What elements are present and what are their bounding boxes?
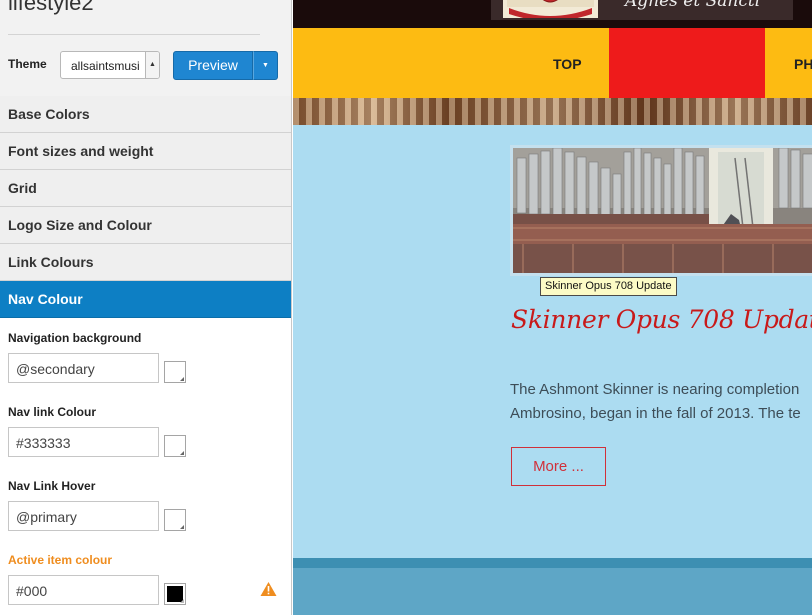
nav-link-colour-swatch[interactable] [164, 435, 186, 457]
site-header: Agnes et Sancti [293, 0, 812, 28]
theme-select[interactable]: allsaintsmusi ▲ [60, 51, 160, 79]
nav-link-colour-input[interactable]: #333333 [8, 427, 159, 457]
site-nav-bar: TOP PH [293, 28, 812, 98]
theme-label: Theme [8, 57, 47, 71]
theme-select-value: allsaintsmusi [71, 59, 140, 73]
warning-triangle-icon [260, 582, 277, 596]
nav-item-top[interactable]: TOP [553, 56, 582, 72]
title-divider [8, 34, 260, 35]
color-swatch-icon [180, 599, 184, 603]
preview-dropdown-button[interactable]: ▼ [253, 51, 278, 80]
section-base-colors[interactable]: Base Colors [0, 96, 291, 133]
nav-link-hover-label: Nav Link Hover [8, 479, 96, 493]
section-logo-size[interactable]: Logo Size and Colour [0, 207, 291, 244]
post-title-link[interactable]: Skinner Opus 708 Update [511, 305, 812, 334]
color-swatch-icon [180, 525, 184, 529]
color-swatch-icon [180, 377, 184, 381]
section-list: Base Colors Font sizes and weight Grid L… [0, 96, 291, 318]
nav-item-partial[interactable]: PH [794, 56, 812, 72]
nav-background-input[interactable]: @secondary [8, 353, 159, 383]
section-nav-colour[interactable]: Nav Colour [0, 281, 291, 318]
nav-link-hover-swatch[interactable] [164, 509, 186, 531]
active-item-colour-input[interactable]: #000 [8, 575, 159, 605]
site-tagline: Agnes et Sancti [625, 0, 761, 11]
active-item-colour-swatch[interactable] [164, 583, 186, 605]
post-excerpt-line-1: The Ashmont Skinner is nearing completio… [510, 381, 800, 398]
preview-button[interactable]: Preview [173, 51, 253, 80]
caret-down-icon: ▼ [262, 62, 269, 69]
nav-link-hover-input[interactable]: @primary [8, 501, 159, 531]
color-swatch-icon [180, 451, 184, 455]
nav-link-colour-label: Nav link Colour [8, 405, 97, 419]
site-preview: Agnes et Sancti TOP PH Skinner Opus 708 … [293, 0, 812, 615]
crest-logo [503, 0, 598, 18]
active-item-colour-label: Active item colour [8, 553, 113, 567]
nav-background-label: Navigation background [8, 331, 142, 345]
post-excerpt-line-2: Ambrosino, began in the fall of 2013. Th… [510, 405, 801, 422]
nav-colour-settings: Navigation background @secondary Nav lin… [0, 318, 291, 615]
image-tooltip: Skinner Opus 708 Update [540, 277, 677, 296]
organ-image [513, 148, 812, 273]
panel-title: lifestyle2 [8, 0, 94, 15]
banner-image [293, 98, 812, 125]
up-down-arrows-icon: ▲ [145, 52, 159, 78]
nav-background-swatch[interactable] [164, 361, 186, 383]
more-button[interactable]: More ... [511, 447, 606, 486]
section-link-colours[interactable]: Link Colours [0, 244, 291, 281]
theme-customizer-panel: lifestyle2 Theme allsaintsmusi ▲ Preview… [0, 0, 292, 615]
post-thumbnail[interactable] [510, 145, 812, 276]
nav-item-active[interactable] [609, 28, 765, 98]
section-font-sizes[interactable]: Font sizes and weight [0, 133, 291, 170]
section-grid[interactable]: Grid [0, 170, 291, 207]
site-footer [293, 568, 812, 615]
footer-divider [293, 558, 812, 568]
